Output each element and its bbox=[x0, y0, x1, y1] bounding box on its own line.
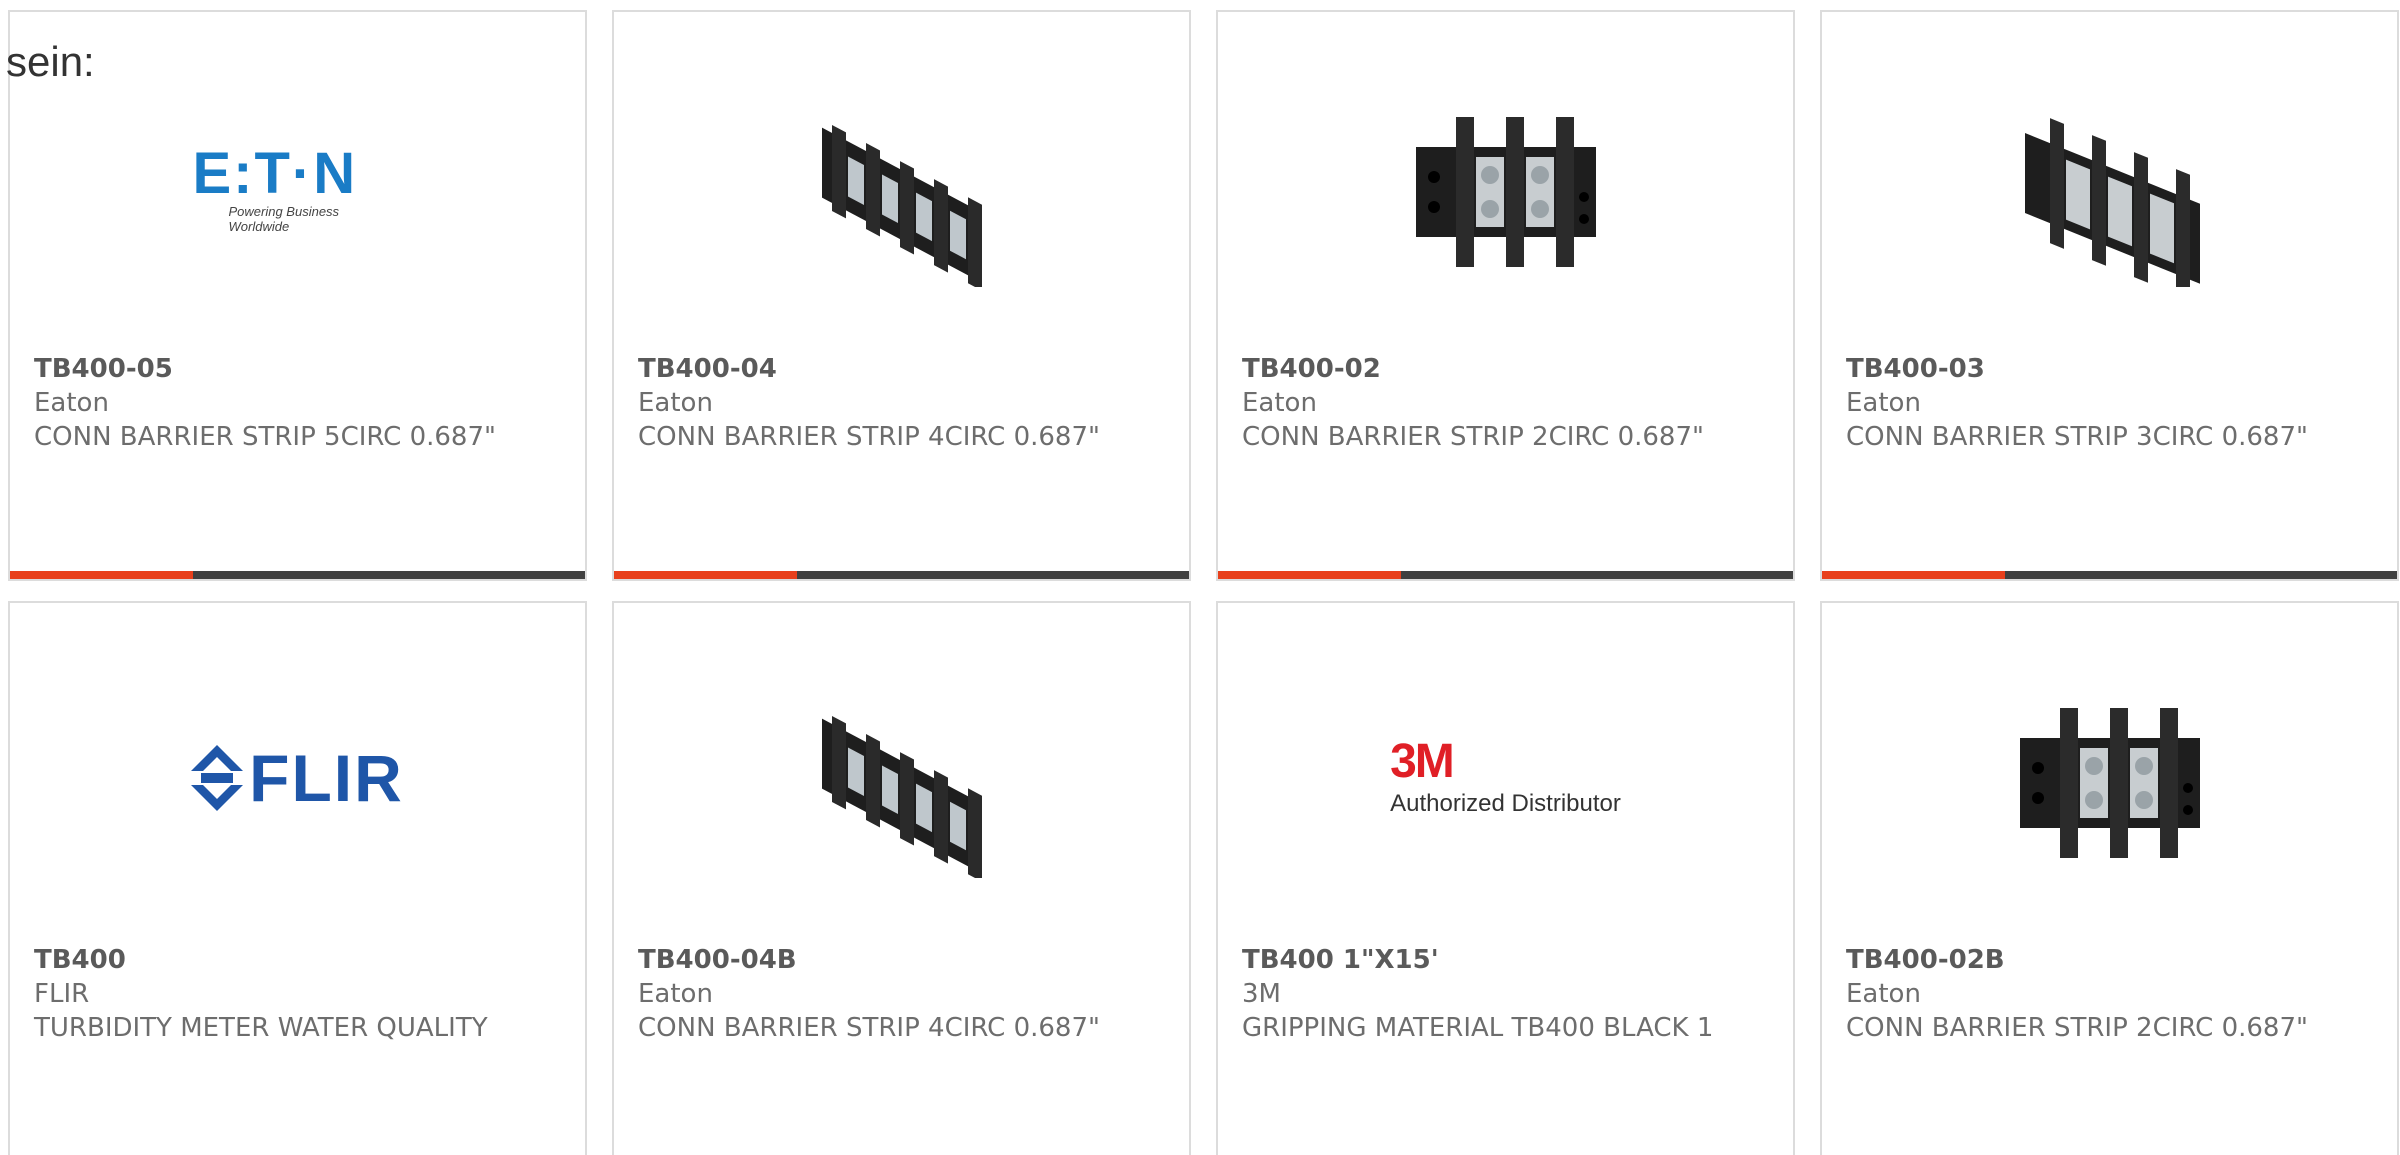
card-accent-bar bbox=[614, 571, 1189, 579]
part-number-link[interactable]: TB400-02 bbox=[1242, 352, 1773, 386]
part-number-link[interactable]: TB400-03 bbox=[1846, 352, 2377, 386]
part-number-link[interactable]: TB400-04 bbox=[638, 352, 1169, 386]
product-description: CONN BARRIER STRIP 4CIRC 0.687" bbox=[638, 422, 1100, 452]
flir-logo-icon: FLIR bbox=[191, 740, 404, 816]
product-description: TURBIDITY METER WATER QUALITY bbox=[34, 1013, 488, 1043]
flir-diamond-icon bbox=[191, 745, 244, 811]
product-image[interactable] bbox=[614, 82, 1189, 292]
product-card[interactable]: E:T·N Powering Business Worldwide TB400-… bbox=[8, 10, 587, 581]
card-accent-bar bbox=[1822, 571, 2397, 579]
intro-text: sein: bbox=[6, 38, 95, 85]
product-card[interactable]: TB400-02B Eaton CONN BARRIER STRIP 2CIRC… bbox=[1820, 601, 2399, 1155]
barrier-strip-2-icon bbox=[1415, 117, 1596, 267]
manufacturer-name: Eaton bbox=[638, 388, 713, 418]
part-number-link[interactable]: TB400 1"X15' bbox=[1242, 943, 1773, 977]
barrier-strip-4-icon bbox=[821, 715, 982, 878]
manufacturer-name: Eaton bbox=[638, 979, 713, 1009]
part-number-link[interactable]: TB400-05 bbox=[34, 352, 565, 386]
barrier-strip-2-icon bbox=[2019, 708, 2200, 858]
product-image[interactable]: 3M Authorized Distributor bbox=[1218, 673, 1793, 883]
manufacturer-name: 3M bbox=[1242, 979, 1281, 1009]
manufacturer-name: Eaton bbox=[1846, 979, 1921, 1009]
part-number-link[interactable]: TB400 bbox=[34, 943, 565, 977]
product-description: CONN BARRIER STRIP 4CIRC 0.687" bbox=[638, 1013, 1100, 1043]
product-image[interactable] bbox=[1218, 82, 1793, 292]
3m-logo-icon: 3M Authorized Distributor bbox=[1390, 735, 1621, 818]
part-number-link[interactable]: TB400-02B bbox=[1846, 943, 2377, 977]
manufacturer-name: Eaton bbox=[1846, 388, 1921, 418]
product-card[interactable]: TB400-04 Eaton CONN BARRIER STRIP 4CIRC … bbox=[612, 10, 1191, 581]
product-description: GRIPPING MATERIAL TB400 BLACK 1 bbox=[1242, 1013, 1714, 1043]
product-description: CONN BARRIER STRIP 2CIRC 0.687" bbox=[1846, 1013, 2308, 1043]
product-image[interactable]: E:T·N Powering Business Worldwide bbox=[10, 82, 585, 292]
manufacturer-name: Eaton bbox=[34, 388, 109, 418]
card-accent-bar bbox=[1218, 571, 1793, 579]
manufacturer-name: FLIR bbox=[34, 979, 90, 1009]
product-card[interactable]: FLIR TB400 FLIR TURBIDITY METER WATER QU… bbox=[8, 601, 587, 1155]
eaton-logo-icon: E:T·N Powering Business Worldwide bbox=[192, 141, 358, 235]
barrier-strip-4-icon bbox=[821, 124, 982, 287]
product-image[interactable]: FLIR bbox=[10, 673, 585, 883]
card-accent-bar bbox=[10, 571, 585, 579]
product-card[interactable]: TB400-02 Eaton CONN BARRIER STRIP 2CIRC … bbox=[1216, 10, 1795, 581]
product-description: CONN BARRIER STRIP 5CIRC 0.687" bbox=[34, 422, 496, 452]
product-card[interactable]: 3M Authorized Distributor TB400 1"X15' 3… bbox=[1216, 601, 1795, 1155]
product-image[interactable] bbox=[614, 673, 1189, 883]
product-image[interactable] bbox=[1822, 673, 2397, 883]
product-description: CONN BARRIER STRIP 3CIRC 0.687" bbox=[1846, 422, 2308, 452]
product-image[interactable] bbox=[1822, 82, 2397, 292]
part-number-link[interactable]: TB400-04B bbox=[638, 943, 1169, 977]
product-description: CONN BARRIER STRIP 2CIRC 0.687" bbox=[1242, 422, 1704, 452]
manufacturer-name: Eaton bbox=[1242, 388, 1317, 418]
product-card[interactable]: TB400-03 Eaton CONN BARRIER STRIP 3CIRC … bbox=[1820, 10, 2399, 581]
product-card[interactable]: TB400-04B Eaton CONN BARRIER STRIP 4CIRC… bbox=[612, 601, 1191, 1155]
barrier-strip-3-icon bbox=[2024, 118, 2200, 287]
product-grid: E:T·N Powering Business Worldwide TB400-… bbox=[8, 10, 2399, 1155]
